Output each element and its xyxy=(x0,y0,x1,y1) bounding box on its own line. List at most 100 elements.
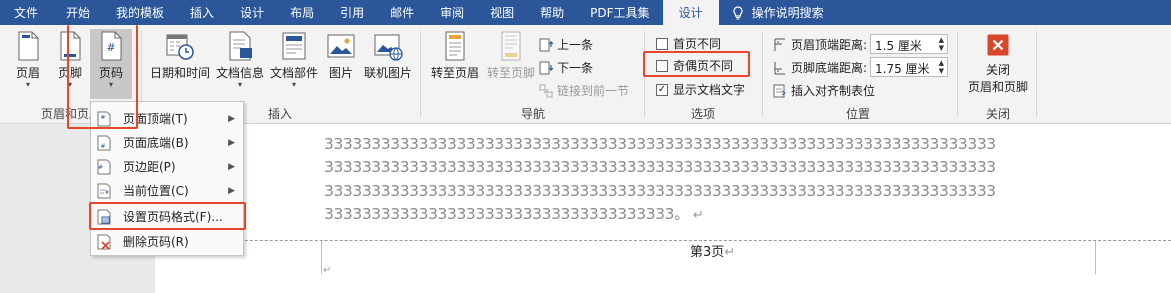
highlight-box-odd-even xyxy=(643,51,750,77)
paragraph-mark-icon: ↵ xyxy=(323,265,332,276)
margin-corner-mark xyxy=(321,241,322,274)
menu-item-current-label: 当前位置(C) xyxy=(123,184,189,198)
menu-item-remove-page-numbers[interactable]: 删除页码(R) xyxy=(91,229,243,254)
document-parts-button[interactable]: 文档部件 ▾ xyxy=(268,30,320,89)
insert-alignment-tab-label: 插入对齐制表位 xyxy=(791,84,876,98)
menu-item-current-position[interactable]: # 当前位置(C) ▶ xyxy=(91,178,243,203)
group-label-options: 选项 xyxy=(690,107,715,121)
picture-label: 图片 xyxy=(328,66,353,80)
document-info-label: 文档信息 xyxy=(215,66,264,80)
close-header-footer-button[interactable]: 关闭 页眉和页脚 xyxy=(964,33,1032,95)
group-separator xyxy=(957,31,958,117)
menu-item-remove-label: 删除页码(R) xyxy=(123,235,189,249)
tab-review[interactable]: 审阅 xyxy=(427,0,477,25)
tab-references[interactable]: 引用 xyxy=(327,0,377,25)
group-label-insert: 插入 xyxy=(267,107,292,121)
picture-button[interactable]: 图片 xyxy=(324,30,358,81)
body-line: 3333333333333333333333333333333333333333… xyxy=(324,181,996,200)
menu-item-bottom-label: 页面底端(B) xyxy=(123,136,189,150)
goto-footer-label: 转至页脚 xyxy=(486,66,535,80)
goto-header-button[interactable]: 转至页眉 xyxy=(428,30,482,81)
highlight-box-format-page-number xyxy=(89,202,246,230)
footer-bottom-distance-spinner[interactable]: 1.75 厘米 ▲ ▼ xyxy=(870,57,948,77)
date-time-button[interactable]: 日期和时间 xyxy=(148,30,212,81)
tab-view[interactable]: 视图 xyxy=(477,0,527,25)
chevron-right-icon: ▶ xyxy=(228,185,235,196)
show-document-text-label: 显示文档文字 xyxy=(673,83,746,97)
online-picture-icon xyxy=(374,34,403,61)
chevron-right-icon: ▶ xyxy=(228,161,235,172)
tell-me-label: 操作说明搜索 xyxy=(751,6,824,20)
paragraph-mark-icon: ↵ xyxy=(724,245,736,260)
goto-footer-button[interactable]: 转至页脚 xyxy=(484,30,538,81)
tab-mailings[interactable]: 邮件 xyxy=(377,0,427,25)
footer-separator-line xyxy=(155,240,1171,241)
online-picture-button[interactable]: 联机图片 xyxy=(362,30,414,81)
document-parts-icon xyxy=(282,32,306,60)
document-body-text[interactable]: 3333333333333333333333333333333333333333… xyxy=(324,133,1104,228)
close-label-line1: 关闭 xyxy=(985,63,1010,77)
body-line: 3333333333333333333333333333333333333。 xyxy=(324,205,690,224)
alignment-tab-icon xyxy=(773,84,786,97)
header-position-icon xyxy=(774,38,785,51)
lightbulb-icon xyxy=(733,5,743,20)
menu-item-margin-label: 页边距(P) xyxy=(123,160,176,174)
show-document-text-checkbox[interactable]: ✓ 显示文档文字 xyxy=(656,81,745,98)
close-icon xyxy=(987,34,1009,56)
chevron-down-icon: ▾ xyxy=(237,80,242,89)
highlight-box-page-number xyxy=(67,25,138,129)
goto-header-label: 转至页眉 xyxy=(430,66,479,80)
remove-page-number-icon xyxy=(97,234,111,250)
tab-layout[interactable]: 布局 xyxy=(277,0,327,25)
header-top-distance-label-wrap: 页眉顶端距离: xyxy=(773,36,867,53)
footer-page-number-label: 第3页 xyxy=(690,245,725,260)
spinner-arrows-icon[interactable]: ▲ ▼ xyxy=(939,59,944,75)
link-to-previous-button[interactable]: 链接到前一节 xyxy=(539,82,629,99)
svg-text:#: # xyxy=(105,190,109,196)
next-label: 下一条 xyxy=(557,61,594,75)
previous-icon xyxy=(539,38,553,51)
page-margin-icon: # xyxy=(97,159,111,174)
insert-alignment-tab-button[interactable]: 插入对齐制表位 xyxy=(773,82,875,99)
menu-item-page-margins[interactable]: # 页边距(P) ▶ xyxy=(91,154,243,179)
different-first-page-checkbox[interactable]: 首页不同 xyxy=(656,35,721,52)
goto-footer-icon xyxy=(501,31,521,61)
tell-me-search[interactable]: 操作说明搜索 xyxy=(719,0,837,25)
group-separator xyxy=(762,31,763,117)
next-button[interactable]: 下一条 xyxy=(539,59,593,76)
header-top-distance-spinner[interactable]: 1.5 厘米 ▲ ▼ xyxy=(870,34,948,54)
group-label-navigation: 导航 xyxy=(520,107,545,121)
header-button[interactable]: 页眉 ▾ xyxy=(10,30,46,89)
tab-design[interactable]: 设计 xyxy=(227,0,277,25)
tab-my-templates[interactable]: 我的模板 xyxy=(103,0,177,25)
chevron-right-icon: ▶ xyxy=(228,113,235,124)
tab-file[interactable]: 文件 xyxy=(0,0,53,25)
header-top-distance-value: 1.5 厘米 xyxy=(875,39,922,53)
document-page[interactable]: 3333333333333333333333333333333333333333… xyxy=(155,124,1171,293)
tab-help[interactable]: 帮助 xyxy=(527,0,577,25)
group-label-close: 关闭 xyxy=(985,107,1010,121)
margin-corner-mark xyxy=(1095,241,1096,274)
tab-insert[interactable]: 插入 xyxy=(177,0,227,25)
different-first-page-label: 首页不同 xyxy=(673,37,722,51)
previous-button[interactable]: 上一条 xyxy=(539,36,593,53)
header-top-distance-label: 页眉顶端距离: xyxy=(791,38,868,52)
previous-label: 上一条 xyxy=(557,38,594,52)
picture-icon xyxy=(327,34,355,58)
chevron-down-icon: ▾ xyxy=(291,80,296,89)
footer-page-number[interactable]: 第3页↵ xyxy=(690,241,735,260)
menu-item-bottom-of-page[interactable]: # 页面底端(B) ▶ xyxy=(91,130,243,155)
header-icon xyxy=(18,31,39,61)
body-line: 3333333333333333333333333333333333333333… xyxy=(324,158,996,177)
chevron-down-icon: ▾ xyxy=(25,80,30,89)
document-info-button[interactable]: 文档信息 ▾ xyxy=(214,30,266,89)
spinner-arrows-icon[interactable]: ▲ ▼ xyxy=(939,36,944,52)
footer-bottom-distance-value: 1.75 厘米 xyxy=(875,62,930,76)
chevron-right-icon: ▶ xyxy=(228,137,235,148)
tab-home[interactable]: 开始 xyxy=(53,0,103,25)
checkbox-checked: ✓ xyxy=(656,83,668,96)
svg-text:#: # xyxy=(100,143,105,150)
group-separator xyxy=(420,31,421,117)
tab-header-footer-design[interactable]: 设计 xyxy=(662,0,719,25)
tab-pdf-tools[interactable]: PDF工具集 xyxy=(577,0,662,25)
